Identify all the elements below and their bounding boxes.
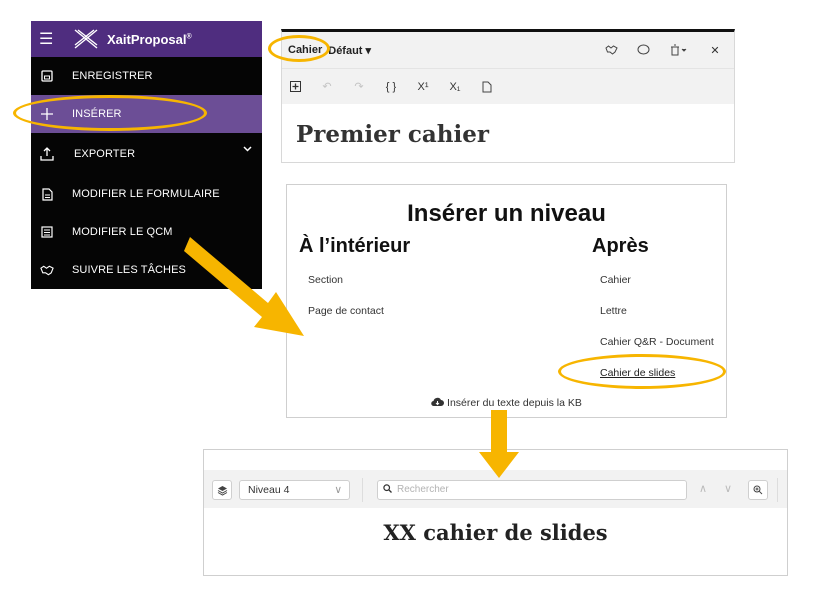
hamburger-menu-icon[interactable]: ☰	[39, 29, 67, 49]
sidebar-item-exporter[interactable]: EXPORTER	[31, 133, 262, 175]
level-select-value: Niveau 4	[248, 484, 290, 496]
handshake-icon[interactable]	[604, 43, 618, 57]
insert-from-kb-link[interactable]: Insérer du texte depuis la KB	[287, 397, 726, 409]
layers-button[interactable]	[212, 480, 232, 500]
sidebar-item-suivre-taches[interactable]: SUIVRE LES TÂCHES	[31, 251, 262, 289]
sidebar-item-modifier-formulaire[interactable]: MODIFIER LE FORMULAIRE	[31, 175, 262, 213]
option-section[interactable]: Section	[308, 274, 343, 286]
save-icon	[40, 69, 54, 83]
subscript-icon[interactable]: X₁	[448, 80, 462, 94]
document-view-panel: Niveau 4 ∨ Rechercher ∧ ∨ XX cahier de s…	[203, 449, 788, 576]
document-editor-panel: Cahier Défaut ▾ ✕ ↶ ↷ { } X¹ X₁ Premier …	[281, 29, 735, 163]
zoom-in-icon	[753, 485, 763, 495]
form-icon	[40, 187, 54, 201]
inside-heading: À l’intérieur	[299, 235, 411, 257]
sidebar-item-enregistrer[interactable]: ENREGISTRER	[31, 57, 262, 95]
toolbar-divider	[777, 478, 778, 502]
app-sidebar: ☰ XaitProposal® ENREGISTRER INSÉRER EXPO…	[31, 21, 262, 289]
delete-icon[interactable]	[668, 43, 690, 57]
search-input[interactable]: Rechercher	[377, 480, 687, 500]
editor-tab-bar: Cahier Défaut ▾ ✕	[282, 32, 734, 68]
checklist-icon	[40, 225, 54, 239]
dialog-title: Insérer un niveau	[407, 200, 606, 227]
toolbar-divider	[362, 478, 363, 502]
option-lettre[interactable]: Lettre	[600, 305, 627, 317]
option-cahier[interactable]: Cahier	[600, 274, 631, 286]
sidebar-header: ☰ XaitProposal®	[31, 21, 262, 57]
search-icon	[383, 484, 392, 496]
navigation-toolbar: Niveau 4 ∨ Rechercher ∧ ∨	[204, 470, 787, 508]
option-cahier-de-slides[interactable]: Cahier de slides	[600, 367, 675, 379]
tab-cahier[interactable]: Cahier	[288, 44, 322, 56]
editor-toolbar: ↶ ↷ { } X¹ X₁	[282, 68, 734, 104]
braces-icon[interactable]: { }	[384, 80, 398, 94]
next-result-icon[interactable]: ∨	[724, 482, 732, 495]
sidebar-item-label: ENREGISTRER	[72, 70, 153, 82]
chevron-down-icon[interactable]	[243, 144, 252, 156]
zoom-search-button[interactable]	[748, 480, 768, 500]
sidebar-item-inserer[interactable]: INSÉRER	[31, 95, 262, 133]
option-cahier-qr-document[interactable]: Cahier Q&R - Document	[600, 336, 714, 348]
sidebar-item-label: SUIVRE LES TÂCHES	[72, 264, 186, 276]
layers-icon	[217, 485, 227, 496]
close-icon[interactable]: ✕	[708, 43, 722, 57]
page-title: Premier cahier	[296, 121, 489, 148]
view-selector[interactable]: Défaut ▾	[328, 44, 371, 57]
sidebar-item-label: EXPORTER	[74, 148, 136, 160]
sidebar-item-label: MODIFIER LE FORMULAIRE	[72, 188, 220, 200]
sidebar-item-modifier-qcm[interactable]: MODIFIER LE QCM	[31, 213, 262, 251]
insert-level-dialog: Insérer un niveau À l’intérieur Après Se…	[286, 184, 727, 418]
previous-result-icon[interactable]: ∧	[699, 482, 707, 495]
pdf-file-icon[interactable]	[480, 80, 494, 94]
add-box-icon[interactable]	[288, 80, 302, 94]
cloud-download-icon	[431, 397, 445, 407]
sidebar-item-label: MODIFIER LE QCM	[72, 226, 173, 238]
level-select[interactable]: Niveau 4 ∨	[239, 480, 350, 500]
search-placeholder: Rechercher	[397, 484, 449, 495]
redo-icon[interactable]: ↷	[352, 80, 366, 94]
export-icon	[40, 147, 54, 161]
xait-logo-icon	[74, 29, 98, 49]
chevron-down-icon: ∨	[334, 484, 342, 496]
handshake-icon	[40, 263, 54, 277]
superscript-icon[interactable]: X¹	[416, 80, 430, 94]
section-title: XX cahier de slides	[383, 520, 608, 545]
after-heading: Après	[592, 235, 649, 257]
brand-name: XaitProposal®	[107, 31, 192, 47]
comment-icon[interactable]	[636, 43, 650, 57]
sidebar-item-label: INSÉRER	[72, 108, 122, 120]
kb-link-label: Insérer du texte depuis la KB	[447, 397, 582, 409]
plus-icon	[40, 107, 54, 121]
option-page-de-contact[interactable]: Page de contact	[308, 305, 384, 317]
undo-icon[interactable]: ↶	[320, 80, 334, 94]
